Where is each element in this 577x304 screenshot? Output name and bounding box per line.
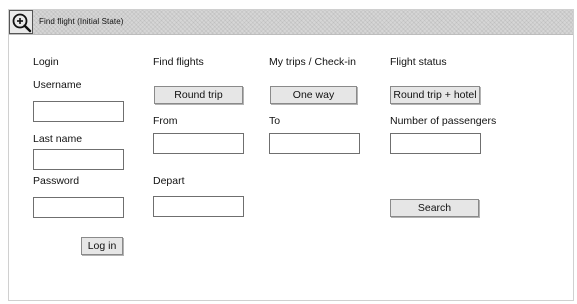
one-way-button[interactable]: One way [270,86,357,104]
last-name-label: Last name [33,133,83,145]
round-trip-hotel-button[interactable]: Round trip + hotel [390,86,480,104]
log-in-button[interactable]: Log in [81,237,123,255]
depart-label: Depart [153,175,185,187]
last-name-input[interactable] [33,149,124,170]
login-heading[interactable]: Login [33,56,59,68]
passengers-label: Number of passengers [390,115,497,127]
zoom-in-button[interactable] [9,10,33,34]
my-trips-heading[interactable]: My trips / Check-in [269,56,356,68]
find-flights-heading[interactable]: Find flights [153,56,204,68]
search-button[interactable]: Search [390,199,479,217]
round-trip-button[interactable]: Round trip [154,86,243,104]
password-input[interactable] [33,197,124,218]
to-label: To [269,115,281,127]
to-input[interactable] [269,133,360,154]
passengers-input[interactable] [390,133,481,154]
from-input[interactable] [153,133,244,154]
username-input[interactable] [33,101,124,122]
flight-status-heading[interactable]: Flight status [390,56,447,68]
zoom-in-icon [12,13,32,33]
window-title: Find flight (Initial State) [39,17,124,26]
depart-input[interactable] [153,196,244,217]
username-label: Username [33,79,82,91]
password-label: Password [33,175,80,187]
from-label: From [153,115,178,127]
